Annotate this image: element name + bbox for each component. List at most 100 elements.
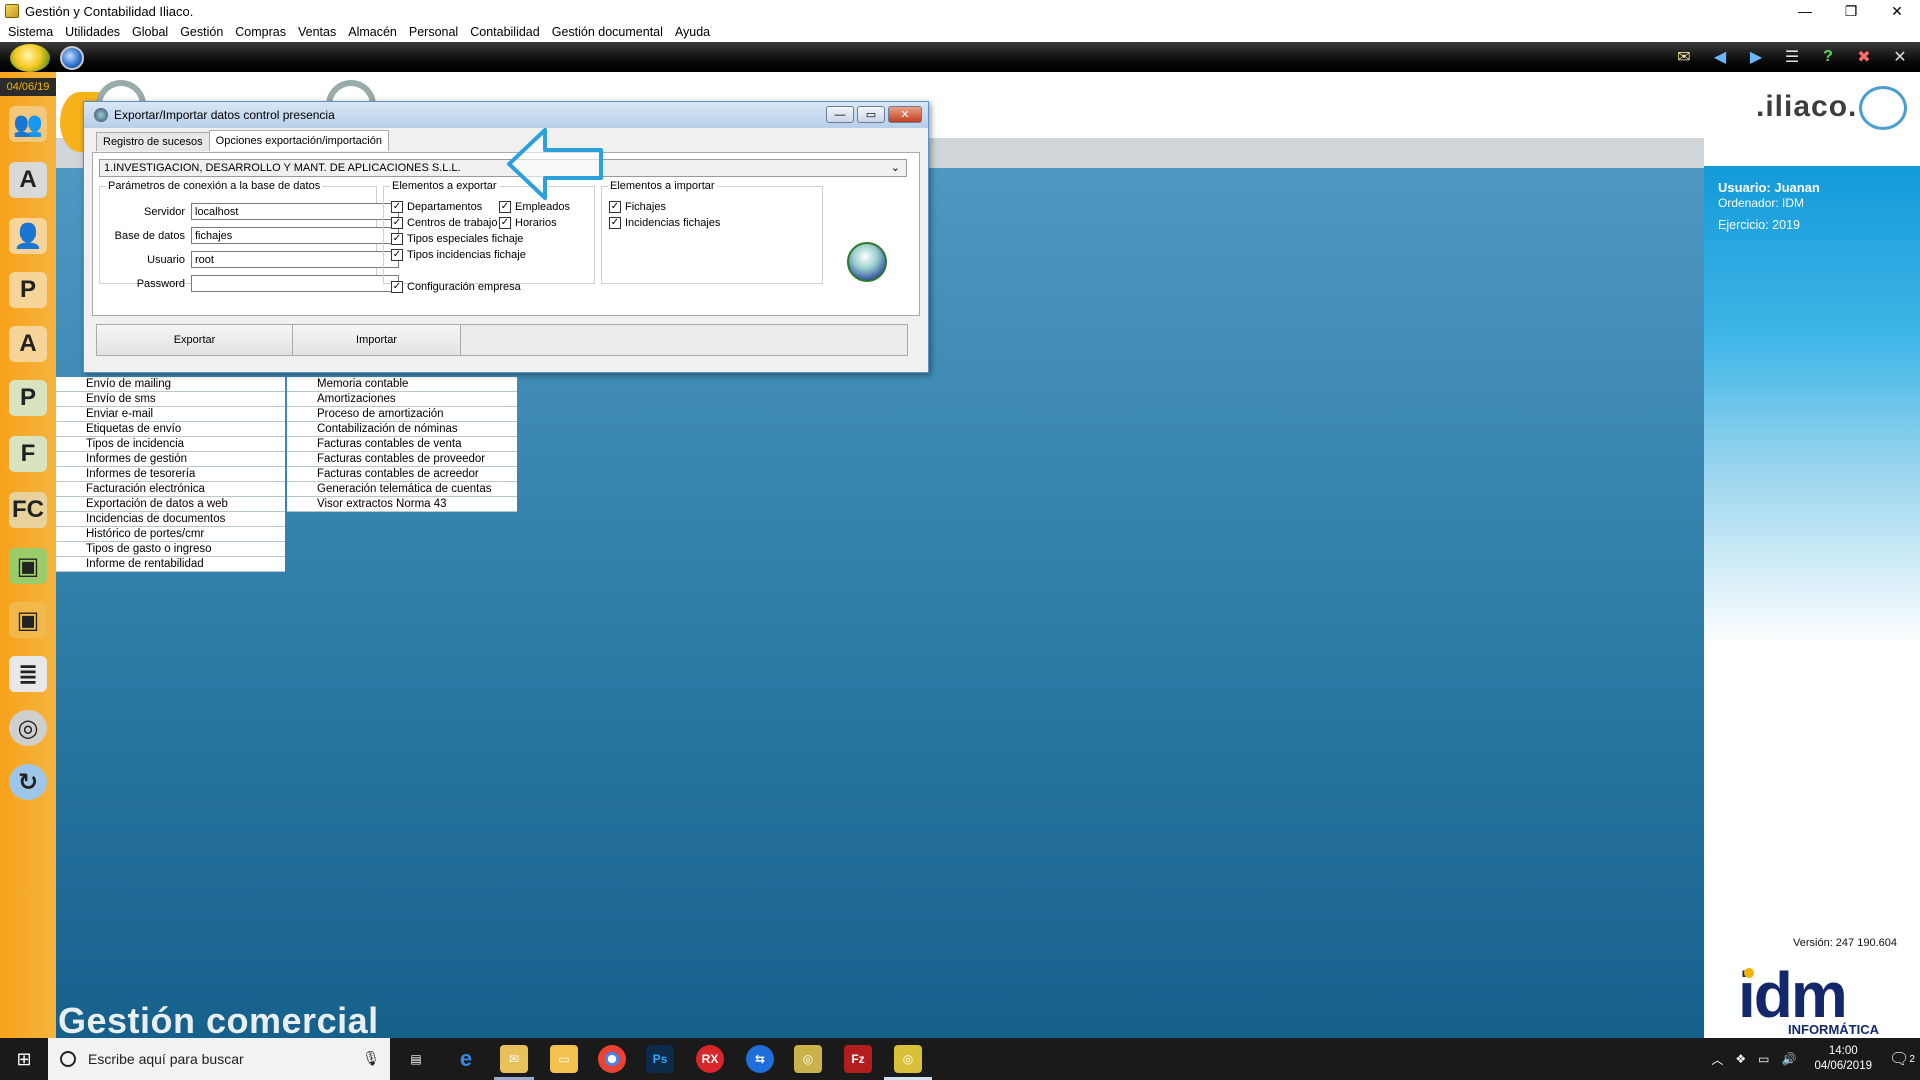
- task-view-icon[interactable]: ▤: [402, 1045, 430, 1073]
- chk-incidencias-fichajes[interactable]: ✓ Incidencias fichajes: [609, 217, 720, 229]
- microphone-icon[interactable]: 🎙: [362, 1050, 380, 1067]
- menu-ayuda[interactable]: Ayuda: [669, 25, 716, 39]
- list-item[interactable]: Memoria contable: [287, 377, 517, 392]
- chk-fichajes[interactable]: ✓ Fichajes: [609, 201, 666, 213]
- iliaco-active-task-icon[interactable]: ◎: [894, 1045, 922, 1073]
- iliaco-task-icon[interactable]: ◎: [794, 1045, 822, 1073]
- sync-icon[interactable]: ↻: [6, 762, 50, 802]
- list-item[interactable]: Tipos de gasto o ingreso: [56, 542, 285, 557]
- list-item[interactable]: Facturas contables de acreedor: [287, 467, 517, 482]
- menu-global[interactable]: Global: [126, 25, 174, 39]
- menu-gestion-documental[interactable]: Gestión documental: [546, 25, 669, 39]
- exportar-button[interactable]: Exportar: [97, 325, 293, 355]
- list-item[interactable]: Contabilización de nóminas: [287, 422, 517, 437]
- mail-icon[interactable]: ✉: [1670, 45, 1698, 69]
- list-item[interactable]: Facturas contables de venta: [287, 437, 517, 452]
- f-icon[interactable]: F: [6, 434, 50, 474]
- list-item[interactable]: Exportación de datos a web: [56, 497, 285, 512]
- disc-icon[interactable]: ◎: [6, 708, 50, 748]
- window-list-icon[interactable]: ☰: [1778, 45, 1806, 69]
- list-item[interactable]: Histórico de portes/cmr: [56, 527, 285, 542]
- taskbar-search[interactable]: Escribe aquí para buscar 🎙: [48, 1038, 390, 1080]
- tab-registro-sucesos[interactable]: Registro de sucesos: [96, 132, 210, 151]
- chk-centros-trabajo[interactable]: ✓ Centros de trabajo: [391, 217, 498, 229]
- close-all-icon[interactable]: ✕: [1886, 45, 1914, 69]
- menu-utilidades[interactable]: Utilidades: [59, 25, 126, 39]
- photoshop-icon[interactable]: Ps: [646, 1045, 674, 1073]
- chk-departamentos[interactable]: ✓ Departamentos: [391, 201, 482, 213]
- menu-contabilidad[interactable]: Contabilidad: [464, 25, 546, 39]
- chk-horarios[interactable]: ✓ Horarios: [499, 217, 557, 229]
- user-a-icon[interactable]: A: [6, 324, 50, 364]
- user-p-icon[interactable]: P: [6, 270, 50, 310]
- mail-app-icon[interactable]: ✉: [500, 1045, 528, 1073]
- list-item[interactable]: Proceso de amortización: [287, 407, 517, 422]
- filezilla-icon[interactable]: Fz: [844, 1045, 872, 1073]
- usuario-row: Usuario: [99, 251, 399, 268]
- home-orb-icon[interactable]: [10, 44, 50, 72]
- teamviewer-icon[interactable]: ⇆: [746, 1045, 774, 1073]
- forward-arrow-icon[interactable]: ▶: [1742, 45, 1770, 69]
- dialog-minimize-button[interactable]: —: [826, 106, 854, 123]
- close-app-icon[interactable]: ✖: [1850, 45, 1878, 69]
- minimize-button[interactable]: —: [1782, 0, 1828, 22]
- taskbar-clock[interactable]: 14:00 04/06/2019: [1814, 1044, 1872, 1074]
- list-item[interactable]: Informes de gestión: [56, 452, 285, 467]
- rx-app-icon[interactable]: RX: [696, 1045, 724, 1073]
- windows-start-icon[interactable]: ⊞: [0, 1038, 48, 1080]
- users-group-icon[interactable]: 👥: [6, 104, 50, 144]
- list-item[interactable]: Informes de tesorería: [56, 467, 285, 482]
- list-item[interactable]: Visor extractos Norma 43: [287, 497, 517, 512]
- base-datos-input[interactable]: [191, 227, 399, 244]
- chk-empleados[interactable]: ✓ Empleados: [499, 201, 570, 213]
- text-a-icon[interactable]: A: [6, 160, 50, 200]
- notifications-icon[interactable]: 🗨 2: [1884, 1049, 1920, 1069]
- file-explorer-icon[interactable]: ▭: [550, 1045, 578, 1073]
- network-icon[interactable]: ▭: [1758, 1052, 1769, 1066]
- close-window-button[interactable]: ✕: [1874, 0, 1920, 22]
- list-icon[interactable]: ≣: [6, 654, 50, 694]
- menu-personal[interactable]: Personal: [403, 25, 464, 39]
- menu-gestion[interactable]: Gestión: [174, 25, 229, 39]
- tab-opciones[interactable]: Opciones exportación/importación: [208, 130, 389, 151]
- list-item[interactable]: Etiquetas de envío: [56, 422, 285, 437]
- globe-icon[interactable]: [60, 46, 84, 70]
- dialog-close-button[interactable]: ✕: [888, 106, 922, 123]
- user-icon[interactable]: 👤: [6, 216, 50, 256]
- dropbox-icon[interactable]: ❖: [1735, 1052, 1746, 1066]
- help-icon[interactable]: ?: [1814, 45, 1842, 69]
- green-bag-icon[interactable]: ▣: [6, 546, 50, 586]
- company-select[interactable]: 1.INVESTIGACION, DESARROLLO Y MANT. DE A…: [99, 159, 907, 177]
- menu-ventas[interactable]: Ventas: [292, 25, 342, 39]
- volume-icon[interactable]: 🔊: [1781, 1052, 1796, 1066]
- list-item[interactable]: Envío de sms: [56, 392, 285, 407]
- usuario-input[interactable]: [191, 251, 399, 268]
- importar-button[interactable]: Importar: [293, 325, 461, 355]
- list-item[interactable]: Generación telemática de cuentas: [287, 482, 517, 497]
- back-arrow-icon[interactable]: ◀: [1706, 45, 1734, 69]
- password-input[interactable]: [191, 275, 399, 292]
- menu-sistema[interactable]: Sistema: [2, 25, 59, 39]
- fc-icon[interactable]: FC: [6, 490, 50, 530]
- list-item[interactable]: Facturación electrónica: [56, 482, 285, 497]
- list-item[interactable]: Enviar e-mail: [56, 407, 285, 422]
- menu-almacen[interactable]: Almacén: [342, 25, 403, 39]
- orange-bag-icon[interactable]: ▣: [6, 600, 50, 640]
- chk-configuracion-empresa[interactable]: ✓ Configuración empresa: [391, 281, 521, 293]
- list-item[interactable]: Envío de mailing: [56, 377, 285, 392]
- tray-chevron-up-icon[interactable]: ︿: [1711, 1051, 1723, 1068]
- chk-tipos-especiales[interactable]: ✓ Tipos especiales fichaje: [391, 233, 523, 245]
- menu-compras[interactable]: Compras: [229, 25, 292, 39]
- p-icon[interactable]: P: [6, 378, 50, 418]
- list-item[interactable]: Informe de rentabilidad: [56, 557, 285, 572]
- list-item[interactable]: Tipos de incidencia: [56, 437, 285, 452]
- edge-icon[interactable]: e: [452, 1045, 480, 1073]
- chk-tipos-incidencias[interactable]: ✓ Tipos incidencias fichaje: [391, 249, 526, 261]
- list-item[interactable]: Incidencias de documentos: [56, 512, 285, 527]
- list-item[interactable]: Amortizaciones: [287, 392, 517, 407]
- chrome-icon[interactable]: [598, 1045, 626, 1073]
- restore-button[interactable]: ❐: [1828, 0, 1874, 22]
- dialog-maximize-button[interactable]: ▭: [857, 106, 885, 123]
- list-item[interactable]: Facturas contables de proveedor: [287, 452, 517, 467]
- servidor-input[interactable]: [191, 203, 399, 220]
